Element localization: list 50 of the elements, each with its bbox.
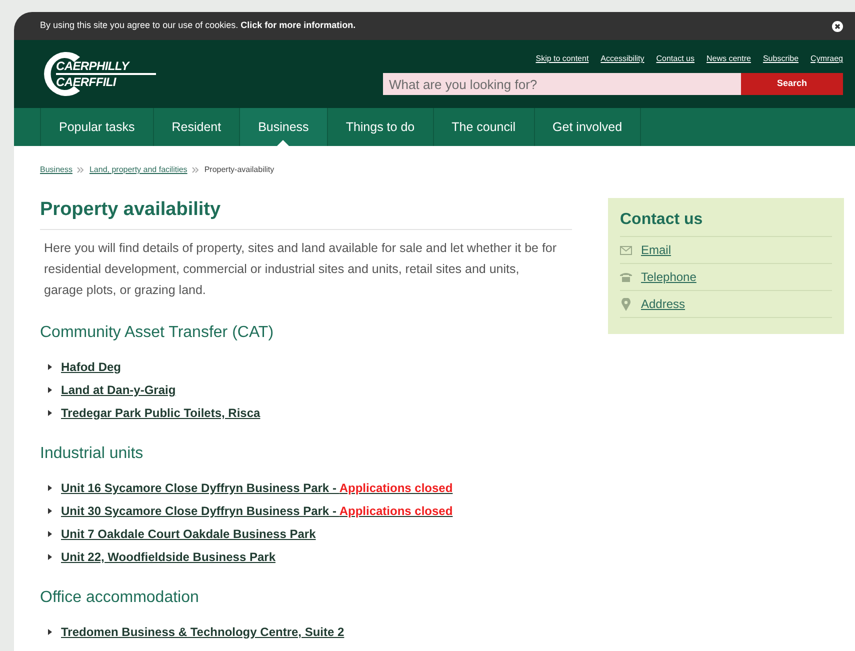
section-heading: Industrial units	[40, 444, 144, 464]
map-pin-icon	[621, 298, 631, 310]
property-link[interactable]: Unit 7 Oakdale Court Oakdale Business Park	[61, 525, 316, 543]
council-logo[interactable]: CAERPHILLY CAERFFILI	[40, 49, 164, 99]
property-link[interactable]: Tredegar Park Public Toilets, Risca	[61, 404, 260, 422]
nav-tab[interactable]: Get involved	[534, 108, 642, 146]
utility-link[interactable]: Accessibility	[600, 53, 644, 65]
utility-link[interactable]: Contact us	[656, 53, 694, 65]
utility-link[interactable]: Cymraeg	[810, 53, 843, 65]
search-button[interactable]: Search	[741, 73, 843, 95]
bullet-icon	[48, 508, 52, 514]
property-link[interactable]: Unit 22, Woodfieldside Business Park	[61, 548, 276, 566]
utility-link[interactable]: Skip to content	[536, 53, 589, 65]
bullet-icon	[48, 629, 52, 635]
telephone-icon	[620, 272, 632, 282]
close-icon[interactable]	[832, 20, 843, 32]
section-heading: Office accommodation	[40, 588, 200, 608]
property-link[interactable]: Unit 16 Sycamore Close Dyffryn Business Park - Applications closed	[61, 479, 453, 497]
breadcrumb-link[interactable]: Land, property and facilities	[89, 164, 188, 176]
search-field[interactable]: What are you looking for?	[383, 73, 741, 95]
property-link[interactable]: Land at Dan-y-Graig	[61, 381, 176, 399]
utility-link[interactable]: Subscribe	[762, 53, 799, 65]
bullet-icon	[48, 531, 52, 537]
cookie-notice: By using this site you agree to our use of cookies. Click for more information.	[40, 19, 356, 32]
envelope-icon	[620, 246, 632, 254]
contact-link[interactable]: Telephone	[641, 268, 696, 286]
section-heading: Community Asset Transfer (CAT)	[40, 322, 275, 342]
bullet-icon	[48, 554, 52, 560]
nav-tab[interactable]: Business	[239, 108, 327, 146]
intro-paragraph: Here you will find details of property, sites and land available for sale and let whether it be for residential development, commercial or industrial sites and units, retail sites and units, garage plots, or grazing land.	[43, 240, 558, 299]
contact-link[interactable]: Address	[641, 295, 686, 313]
cookie-info-link[interactable]: Click for more information.	[240, 20, 356, 30]
breadcrumb-link[interactable]: Business	[40, 164, 72, 176]
bullet-icon	[48, 485, 52, 491]
property-link[interactable]: Unit 30 Sycamore Close Dyffryn Business Park - Applications closed	[61, 502, 453, 520]
contact-link[interactable]: Email	[641, 241, 672, 259]
double-chevron-icon	[192, 167, 200, 173]
nav-tab[interactable]: Things to do	[326, 108, 433, 146]
breadcrumb-current: Property-availability	[204, 164, 274, 176]
bullet-icon	[48, 364, 52, 370]
nav-tab[interactable]: The council	[432, 108, 534, 146]
bullet-icon	[48, 387, 52, 393]
property-link[interactable]: Tredomen Business & Technology Centre, Suite 2	[61, 623, 344, 641]
utility-link[interactable]: News centre	[706, 53, 751, 65]
contact-title: Contact us	[620, 208, 832, 237]
double-chevron-icon	[77, 167, 84, 173]
bullet-icon	[48, 410, 52, 416]
nav-tab[interactable]: Popular tasks	[40, 108, 153, 146]
page-title: Property availability	[40, 196, 572, 230]
property-link[interactable]: Hafod Deg	[61, 358, 121, 376]
